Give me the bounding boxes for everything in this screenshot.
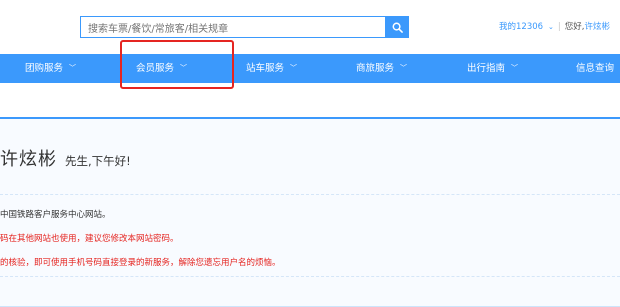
highlight-box [120,40,234,89]
top-links: 我的12306 ⌄ | 您好,许炫彬 [499,20,610,32]
nav-item-business[interactable]: 商旅服务 ﹀ [356,54,407,83]
top-bar: 我的12306 ⌄|您好,许炫彬 [0,0,620,54]
user-name: 许炫彬 [0,149,57,170]
message-password-warning: 码在其他网站也使用，建议您修改本网站密码。 [0,234,179,244]
separator: | [557,22,561,32]
username-link[interactable]: 许炫彬 [585,22,611,32]
nav-item-travel-guide[interactable]: 出行指南 ﹀ [467,54,518,83]
search-button[interactable] [386,16,409,38]
nav-item-station[interactable]: 站车服务 ﹀ [246,54,297,83]
chevron-down-icon: ﹀ [400,64,408,72]
search-input[interactable] [81,19,378,40]
nav-label: 站车服务 [246,63,285,74]
nav-label: 信息查询 [576,63,615,74]
nav-item-group-buy[interactable]: 团购服务 ﹀ [25,54,76,83]
nav-label: 商旅服务 [356,63,395,74]
search-icon [392,22,403,33]
nav-item-info-query[interactable]: 信息查询 [576,54,614,83]
chevron-down-icon: ﹀ [511,64,519,72]
chevron-down-icon: ﹀ [290,64,298,72]
main-nav: 团购服务 ﹀ 会员服务 ﹀ 站车服务 ﹀ 商旅服务 ﹀ 出行指南 ﹀ 信息查询 [0,54,620,83]
message-phone-login: 的核验，即可使用手机号码直接登录的新服务，解除您遗忘用户名的烦恼。 [0,258,281,268]
search-box [80,16,386,40]
greeting-text: 您好, [564,22,585,32]
divider [0,276,620,277]
chevron-down-icon: ﹀ [69,64,77,72]
salutation: 先生,下午好! [65,154,131,168]
my12306-link[interactable]: 我的12306 [499,22,543,32]
nav-label: 出行指南 [467,63,506,74]
message-info: 中国铁路客户服务中心网站。 [0,210,111,220]
welcome-heading: 许炫彬 先生,下午好! [0,145,131,171]
nav-label: 团购服务 [25,63,64,74]
divider [0,194,620,195]
chevron-down-icon[interactable]: ⌄ [548,23,554,31]
